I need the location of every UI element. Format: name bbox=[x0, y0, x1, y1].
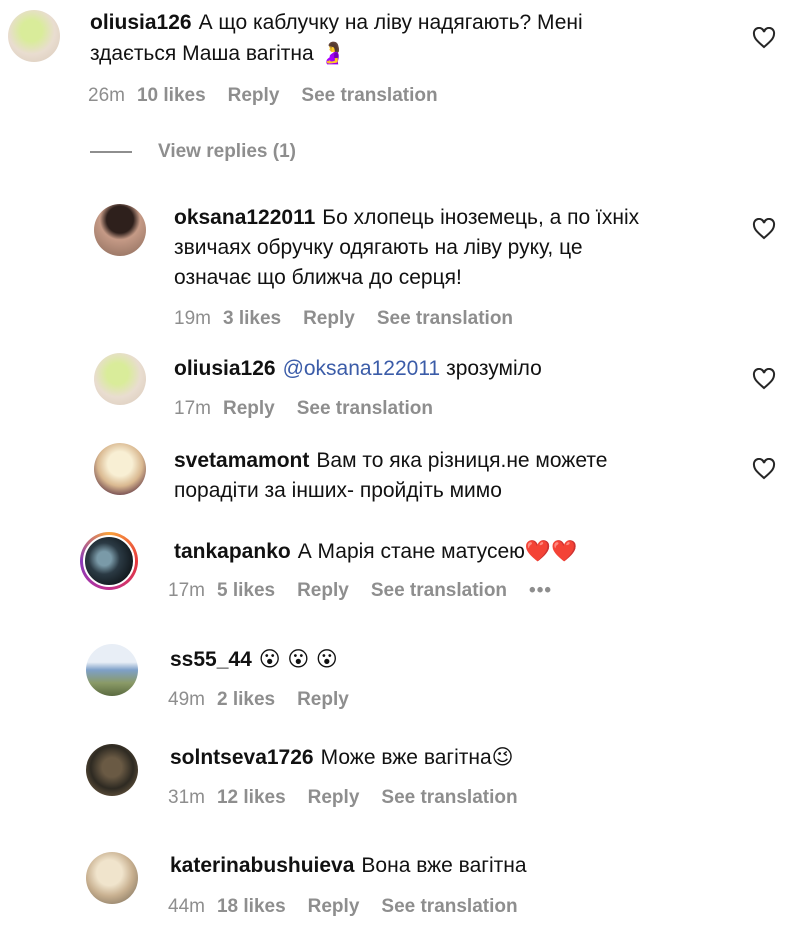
see-translation-button[interactable]: See translation bbox=[371, 580, 507, 601]
heart-emoji: ❤️❤️ bbox=[524, 539, 578, 563]
see-translation-button[interactable]: See translation bbox=[301, 85, 437, 106]
username[interactable]: tankapanko bbox=[174, 540, 291, 563]
like-heart-icon[interactable] bbox=[752, 458, 776, 480]
like-heart-icon[interactable] bbox=[752, 368, 776, 390]
comment-meta: 17m 5 likes Reply See translation ••• bbox=[168, 580, 574, 602]
avatar[interactable] bbox=[86, 644, 138, 696]
view-replies-button[interactable]: View replies (1) bbox=[90, 141, 296, 163]
avatar bbox=[83, 535, 135, 587]
reply-button[interactable]: Reply bbox=[303, 308, 355, 329]
username[interactable]: ss55_44 bbox=[170, 648, 252, 671]
avatar[interactable] bbox=[94, 443, 146, 495]
likes-count[interactable]: 10 likes bbox=[137, 85, 206, 106]
username[interactable]: oliusia126 bbox=[174, 357, 276, 380]
avatar[interactable] bbox=[94, 353, 146, 405]
avatar-story-ring[interactable] bbox=[80, 532, 138, 590]
like-heart-icon[interactable] bbox=[752, 27, 776, 49]
wink-emoji: 😉 bbox=[491, 745, 514, 769]
comment-meta: 49m 2 likes Reply bbox=[168, 689, 371, 711]
likes-count[interactable]: 2 likes bbox=[217, 689, 275, 710]
username[interactable]: katerinabushuieva bbox=[170, 854, 354, 877]
mention-link[interactable]: @oksana122011 bbox=[283, 357, 441, 380]
avatar[interactable] bbox=[94, 204, 146, 256]
like-heart-icon[interactable] bbox=[752, 218, 776, 240]
reply-button[interactable]: Reply bbox=[223, 398, 275, 419]
reply-button[interactable]: Reply bbox=[297, 689, 349, 710]
avatar[interactable] bbox=[86, 744, 138, 796]
comment-meta: 44m 18 likes Reply See translation bbox=[168, 896, 540, 918]
see-translation-button[interactable]: See translation bbox=[377, 308, 513, 329]
divider bbox=[90, 151, 132, 153]
timestamp: 44m bbox=[168, 896, 205, 917]
avatar[interactable] bbox=[8, 10, 60, 62]
avatar[interactable] bbox=[86, 852, 138, 904]
comment-text: katerinabushuieva Вона вже вагітна bbox=[170, 854, 527, 877]
more-options-icon[interactable]: ••• bbox=[529, 580, 552, 601]
comment-text: oksana122011 Бо хлопець іноземець, а по ї… bbox=[174, 206, 640, 289]
reply-button[interactable]: Reply bbox=[228, 85, 280, 106]
likes-count[interactable]: 5 likes bbox=[217, 580, 275, 601]
comment-text: oliusia126 @oksana122011 зрозуміло bbox=[174, 357, 542, 380]
reply-button[interactable]: Reply bbox=[297, 580, 349, 601]
comment-meta: 31m 12 likes Reply See translation bbox=[168, 787, 540, 809]
username[interactable]: solntseva1726 bbox=[170, 746, 314, 769]
timestamp: 17m bbox=[168, 580, 205, 601]
username[interactable]: oksana122011 bbox=[174, 206, 315, 229]
timestamp: 17m bbox=[174, 398, 211, 419]
reply-button[interactable]: Reply bbox=[308, 896, 360, 917]
timestamp: 26m bbox=[88, 85, 125, 106]
username[interactable]: oliusia126 bbox=[90, 11, 192, 34]
timestamp: 31m bbox=[168, 787, 205, 808]
surprised-emoji: 😮 😮 😮 bbox=[258, 647, 338, 671]
likes-count[interactable]: 3 likes bbox=[223, 308, 281, 329]
pregnant-emoji: 🤰 bbox=[319, 41, 346, 65]
comment-meta: 26m 10 likes Reply See translation bbox=[88, 85, 460, 107]
username[interactable]: svetamamont bbox=[174, 449, 309, 472]
comment-meta: 17m Reply See translation bbox=[174, 398, 455, 420]
likes-count[interactable]: 18 likes bbox=[217, 896, 286, 917]
timestamp: 49m bbox=[168, 689, 205, 710]
timestamp: 19m bbox=[174, 308, 211, 329]
likes-count[interactable]: 12 likes bbox=[217, 787, 286, 808]
comment-meta: 19m 3 likes Reply See translation bbox=[174, 308, 535, 330]
reply-button[interactable]: Reply bbox=[308, 787, 360, 808]
see-translation-button[interactable]: See translation bbox=[297, 398, 433, 419]
comment-text: svetamamont Вам то яка різниця.не можете … bbox=[174, 449, 608, 502]
comment-text: solntseva1726 Може вже вагітна😉 bbox=[170, 745, 514, 769]
comment-text: oliusia126 А що каблучку на ліву надягают… bbox=[90, 11, 583, 65]
see-translation-button[interactable]: See translation bbox=[381, 787, 517, 808]
see-translation-button[interactable]: See translation bbox=[381, 896, 517, 917]
comment-text: ss55_44 😮 😮 😮 bbox=[170, 644, 730, 675]
comment-text: tankapanko А Марія стане матусею❤️❤️ bbox=[174, 539, 578, 563]
